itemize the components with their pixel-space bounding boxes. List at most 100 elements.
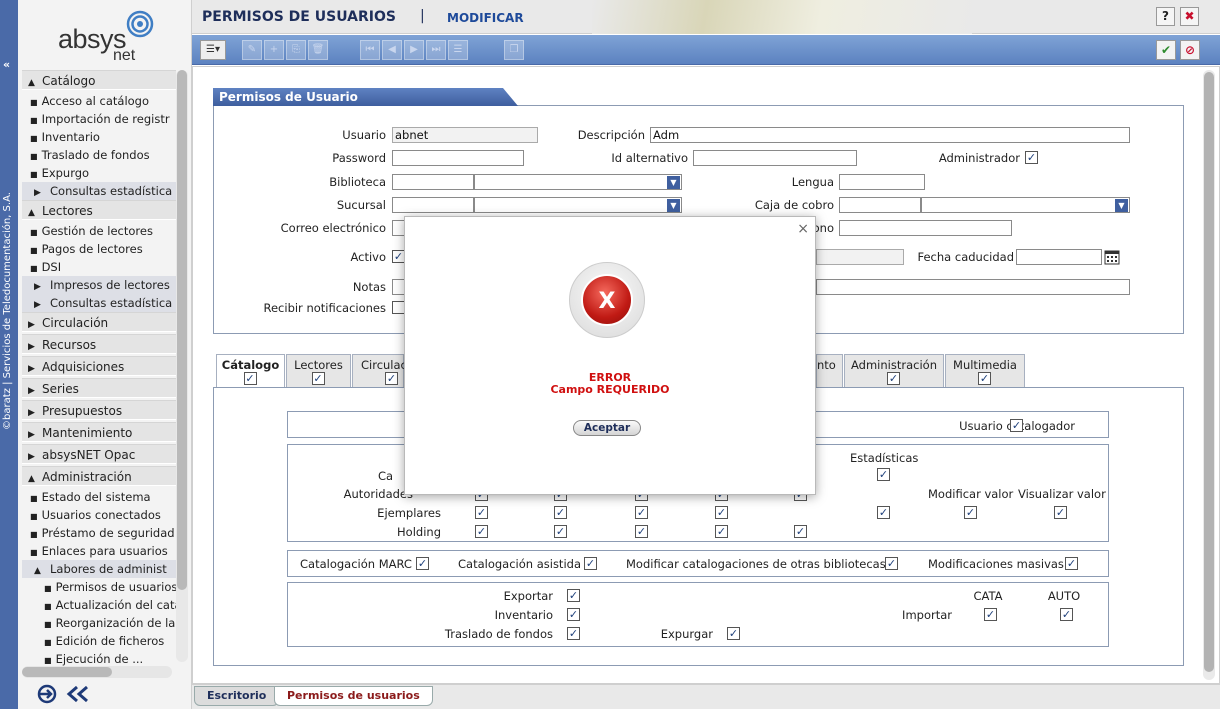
ejemplares-checkbox-4[interactable]: ✓ xyxy=(715,506,728,519)
sidebar-section-series[interactable]: ▶ Series xyxy=(22,378,176,398)
exportar-checkbox[interactable]: ✓ xyxy=(567,589,580,602)
sidebar-item-reorganizacion[interactable]: ■ Reorganización de la xyxy=(22,614,176,632)
sidebar-section-administracion[interactable]: ▲ Administración xyxy=(22,466,176,486)
sidebar-sub-consultas-lectores[interactable]: ▶ Consultas estadística xyxy=(22,294,176,312)
close-icon[interactable]: × xyxy=(797,221,809,237)
sidebar-section-catalogo[interactable]: ▲ Catálogo xyxy=(22,70,176,90)
ejemplares-estadisticas-checkbox[interactable]: ✓ xyxy=(877,506,890,519)
sidebar-horizontal-scrollbar[interactable] xyxy=(22,666,172,678)
holding-checkbox-4[interactable]: ✓ xyxy=(715,525,728,538)
sidebar-section-circulacion[interactable]: ▶ Circulación xyxy=(22,312,176,332)
add-icon[interactable]: + xyxy=(264,40,284,60)
fecha-caducidad-field[interactable] xyxy=(1016,249,1102,265)
telefono-field[interactable] xyxy=(839,220,1012,236)
tab-circulacion[interactable]: Circulac ✓ xyxy=(352,354,407,387)
first-record-icon[interactable]: ⏮ xyxy=(360,40,380,60)
scrollbar-thumb[interactable] xyxy=(1204,72,1214,672)
last-record-icon[interactable]: ⏭ xyxy=(426,40,446,60)
sidebar-item-importacion[interactable]: ■ Importación de registr xyxy=(22,110,176,128)
password-field[interactable] xyxy=(392,150,524,166)
modificaciones-masivas-checkbox[interactable]: ✓ xyxy=(1065,557,1078,570)
content-scrollbar[interactable] xyxy=(1203,70,1215,680)
tab-circulacion-checkbox[interactable]: ✓ xyxy=(385,372,398,385)
holding-checkbox-1[interactable]: ✓ xyxy=(475,525,488,538)
bottom-tab-permisos-usuarios[interactable]: Permisos de usuarios xyxy=(274,686,433,706)
sidebar-section-opac[interactable]: ▶ absysNET Opac xyxy=(22,444,176,464)
sidebar-item-expurgo[interactable]: ■ Expurgo xyxy=(22,164,176,182)
scrollbar-thumb[interactable] xyxy=(177,70,187,590)
sidebar-item-estado-sistema[interactable]: ■ Estado del sistema xyxy=(22,488,176,506)
sidebar-item-gestion-lectores[interactable]: ■ Gestión de lectores xyxy=(22,222,176,240)
usuario-field[interactable]: abnet xyxy=(392,127,538,143)
id-alternativo-field[interactable] xyxy=(693,150,857,166)
holding-checkbox-3[interactable]: ✓ xyxy=(635,525,648,538)
sidebar-item-traslado[interactable]: ■ Traslado de fondos xyxy=(22,146,176,164)
catalogacion-asistida-checkbox[interactable]: ✓ xyxy=(584,557,597,570)
list-icon[interactable]: ☰ xyxy=(448,40,468,60)
notas-field[interactable] xyxy=(816,279,1130,295)
sidebar-item-enlaces-usuarios[interactable]: ■ Enlaces para usuarios xyxy=(22,542,176,560)
ejemplares-checkbox-2[interactable]: ✓ xyxy=(554,506,567,519)
lengua-field[interactable] xyxy=(839,174,925,190)
sucursal-code-field[interactable] xyxy=(392,197,474,213)
close-window-button[interactable]: ✖ xyxy=(1180,7,1199,26)
tab-mantenimiento[interactable]: nto xyxy=(816,354,843,387)
sidebar-vertical-scrollbar[interactable] xyxy=(176,70,188,662)
inventario-checkbox[interactable]: ✓ xyxy=(567,608,580,621)
help-button[interactable]: ? xyxy=(1156,7,1175,26)
biblioteca-select[interactable]: ▼ xyxy=(474,174,682,190)
traslado-fondos-checkbox[interactable]: ✓ xyxy=(567,627,580,640)
sidebar-sub-consultas-catalogo[interactable]: ▶ Consultas estadística xyxy=(22,182,176,200)
sidebar-section-recursos[interactable]: ▶ Recursos xyxy=(22,334,176,354)
collapse-sidebar-icon[interactable]: « xyxy=(3,58,10,71)
sidebar-item-permisos-usuarios[interactable]: ■ Permisos de usuarios xyxy=(22,578,176,596)
holding-checkbox-2[interactable]: ✓ xyxy=(554,525,567,538)
aceptar-button[interactable]: Aceptar xyxy=(573,420,641,436)
copy-icon[interactable]: ⎘ xyxy=(286,40,306,60)
descripcion-field[interactable]: Adm xyxy=(650,127,1130,143)
modificar-otras-bibliotecas-checkbox[interactable]: ✓ xyxy=(885,557,898,570)
ejemplares-checkbox-1[interactable]: ✓ xyxy=(475,506,488,519)
tab-multimedia-checkbox[interactable]: ✓ xyxy=(978,372,991,385)
scrollbar-thumb[interactable] xyxy=(22,667,112,677)
sidebar-sub-impresos-lectores[interactable]: ▶ Impresos de lectores xyxy=(22,276,176,294)
duplicate-icon[interactable]: ❐ xyxy=(504,40,524,60)
sidebar-item-inventario[interactable]: ■ Inventario xyxy=(22,128,176,146)
sidebar-item-prestamo-seguridad[interactable]: ■ Préstamo de seguridad xyxy=(22,524,176,542)
caja-cobro-select[interactable]: ▼ xyxy=(921,197,1130,213)
edit-icon[interactable]: ✎ xyxy=(242,40,262,60)
biblioteca-code-field[interactable] xyxy=(392,174,474,190)
calendar-icon[interactable] xyxy=(1104,249,1120,265)
estadisticas-checkbox[interactable]: ✓ xyxy=(877,468,890,481)
sidebar-item-acceso-catalogo[interactable]: ■ Acceso al catálogo xyxy=(22,92,176,110)
sidebar-section-mantenimiento[interactable]: ▶ Mantenimiento xyxy=(22,422,176,442)
delete-icon[interactable]: 🗑 xyxy=(308,40,328,60)
sidebar-item-dsi[interactable]: ■ DSI xyxy=(22,258,176,276)
tab-lectores-checkbox[interactable]: ✓ xyxy=(311,372,325,385)
importar-cata-checkbox[interactable]: ✓ xyxy=(984,608,997,621)
sidebar-section-lectores[interactable]: ▲ Lectores xyxy=(22,200,176,220)
administrador-checkbox[interactable]: ✓ xyxy=(1025,151,1038,164)
sidebar-item-usuarios-conectados[interactable]: ■ Usuarios conectados xyxy=(22,506,176,524)
ejemplares-modificar-valor-checkbox[interactable]: ✓ xyxy=(964,506,977,519)
sidebar-section-adquisiciones[interactable]: ▶ Adquisiciones xyxy=(22,356,176,376)
sidebar-item-pagos-lectores[interactable]: ■ Pagos de lectores xyxy=(22,240,176,258)
next-record-icon[interactable]: ▶ xyxy=(404,40,424,60)
double-chevron-left-icon[interactable] xyxy=(65,684,91,704)
tab-catalogo[interactable]: Cátalogo ✓ xyxy=(216,354,285,388)
sidebar-item-actualizacion-catalogo[interactable]: ■ Actualización del cata xyxy=(22,596,176,614)
ejemplares-visualizar-valor-checkbox[interactable]: ✓ xyxy=(1054,506,1067,519)
tab-multimedia[interactable]: Multimedia ✓ xyxy=(945,354,1025,387)
previous-record-icon[interactable]: ◀ xyxy=(382,40,402,60)
expurgar-checkbox[interactable]: ✓ xyxy=(727,627,740,640)
holding-checkbox-5[interactable]: ✓ xyxy=(794,525,807,538)
tab-administracion[interactable]: Administración ✓ xyxy=(844,354,944,387)
accept-icon[interactable]: ✔ xyxy=(1156,40,1176,60)
logout-icon[interactable] xyxy=(37,684,61,704)
cancel-icon[interactable]: ⊘ xyxy=(1180,40,1200,60)
menu-dropdown-icon[interactable]: ☰▾ xyxy=(200,40,226,60)
sucursal-select[interactable]: ▼ xyxy=(474,197,682,213)
sidebar-item-edicion-ficheros[interactable]: ■ Edición de ficheros xyxy=(22,632,176,650)
sidebar-section-presupuestos[interactable]: ▶ Presupuestos xyxy=(22,400,176,420)
fecha-alta-field[interactable] xyxy=(816,249,904,265)
